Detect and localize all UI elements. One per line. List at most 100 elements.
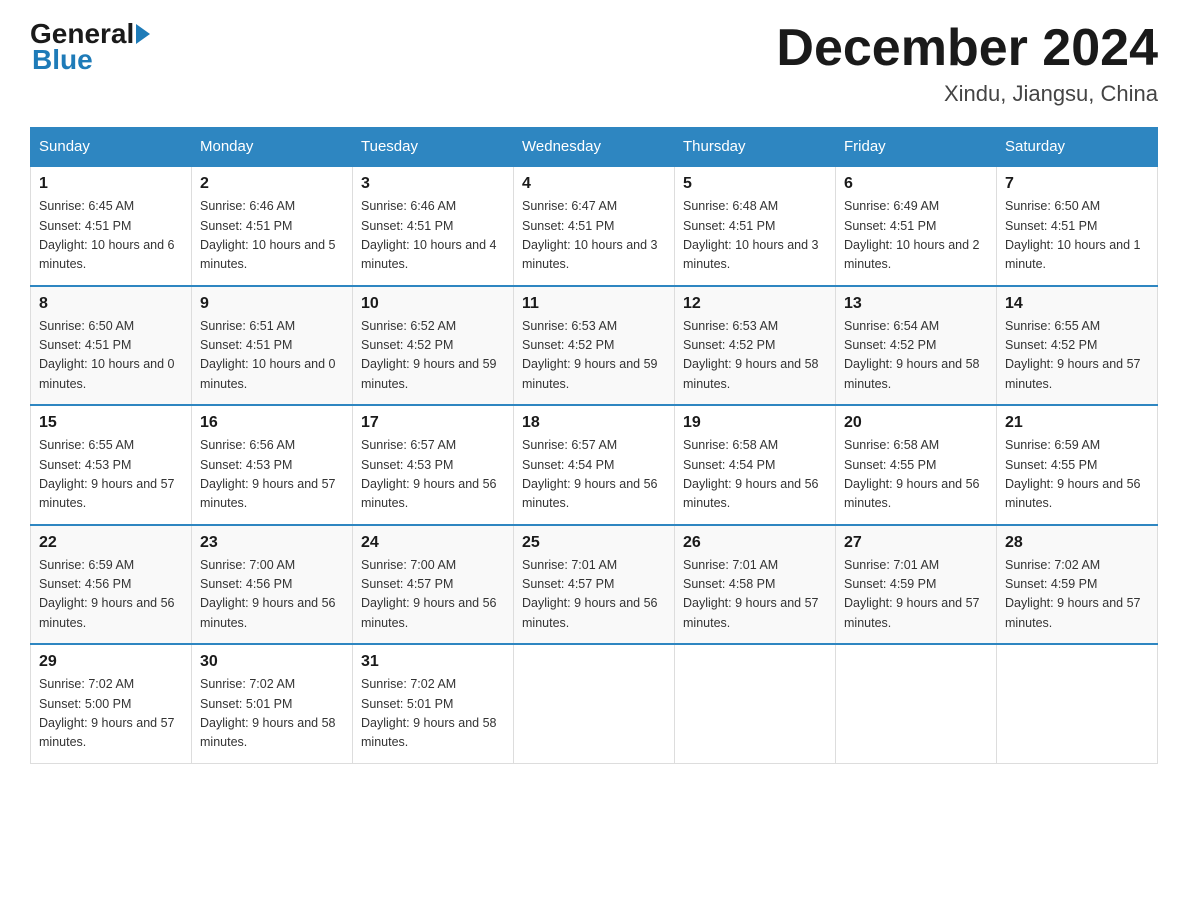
day-number: 16 bbox=[200, 414, 344, 432]
day-info: Sunrise: 7:00 AM Sunset: 4:56 PM Dayligh… bbox=[200, 556, 344, 634]
day-info: Sunrise: 7:01 AM Sunset: 4:58 PM Dayligh… bbox=[683, 556, 827, 634]
day-info: Sunrise: 6:52 AM Sunset: 4:52 PM Dayligh… bbox=[361, 317, 505, 395]
day-info: Sunrise: 7:02 AM Sunset: 5:00 PM Dayligh… bbox=[39, 675, 183, 753]
header-tuesday: Tuesday bbox=[353, 128, 514, 167]
day-info: Sunrise: 6:50 AM Sunset: 4:51 PM Dayligh… bbox=[1005, 197, 1149, 275]
calendar-table: Sunday Monday Tuesday Wednesday Thursday… bbox=[30, 127, 1158, 764]
day-info: Sunrise: 7:02 AM Sunset: 5:01 PM Dayligh… bbox=[200, 675, 344, 753]
calendar-cell: 28 Sunrise: 7:02 AM Sunset: 4:59 PM Dayl… bbox=[997, 525, 1158, 645]
calendar-cell: 2 Sunrise: 6:46 AM Sunset: 4:51 PM Dayli… bbox=[192, 166, 353, 286]
header-saturday: Saturday bbox=[997, 128, 1158, 167]
calendar-cell: 1 Sunrise: 6:45 AM Sunset: 4:51 PM Dayli… bbox=[31, 166, 192, 286]
day-info: Sunrise: 6:45 AM Sunset: 4:51 PM Dayligh… bbox=[39, 197, 183, 275]
calendar-cell: 21 Sunrise: 6:59 AM Sunset: 4:55 PM Dayl… bbox=[997, 405, 1158, 525]
calendar-cell: 6 Sunrise: 6:49 AM Sunset: 4:51 PM Dayli… bbox=[836, 166, 997, 286]
calendar-cell: 8 Sunrise: 6:50 AM Sunset: 4:51 PM Dayli… bbox=[31, 286, 192, 406]
day-number: 1 bbox=[39, 175, 183, 193]
week-row-1: 1 Sunrise: 6:45 AM Sunset: 4:51 PM Dayli… bbox=[31, 166, 1158, 286]
header-friday: Friday bbox=[836, 128, 997, 167]
day-info: Sunrise: 6:53 AM Sunset: 4:52 PM Dayligh… bbox=[522, 317, 666, 395]
location-title: Xindu, Jiangsu, China bbox=[776, 81, 1158, 107]
day-info: Sunrise: 6:48 AM Sunset: 4:51 PM Dayligh… bbox=[683, 197, 827, 275]
day-info: Sunrise: 7:02 AM Sunset: 4:59 PM Dayligh… bbox=[1005, 556, 1149, 634]
calendar-cell: 22 Sunrise: 6:59 AM Sunset: 4:56 PM Dayl… bbox=[31, 525, 192, 645]
day-info: Sunrise: 6:51 AM Sunset: 4:51 PM Dayligh… bbox=[200, 317, 344, 395]
day-info: Sunrise: 6:54 AM Sunset: 4:52 PM Dayligh… bbox=[844, 317, 988, 395]
day-info: Sunrise: 6:49 AM Sunset: 4:51 PM Dayligh… bbox=[844, 197, 988, 275]
day-info: Sunrise: 6:46 AM Sunset: 4:51 PM Dayligh… bbox=[361, 197, 505, 275]
calendar-cell: 14 Sunrise: 6:55 AM Sunset: 4:52 PM Dayl… bbox=[997, 286, 1158, 406]
calendar-cell: 13 Sunrise: 6:54 AM Sunset: 4:52 PM Dayl… bbox=[836, 286, 997, 406]
day-number: 14 bbox=[1005, 295, 1149, 313]
day-info: Sunrise: 7:02 AM Sunset: 5:01 PM Dayligh… bbox=[361, 675, 505, 753]
day-number: 6 bbox=[844, 175, 988, 193]
day-info: Sunrise: 6:55 AM Sunset: 4:53 PM Dayligh… bbox=[39, 436, 183, 514]
day-number: 22 bbox=[39, 534, 183, 552]
day-info: Sunrise: 6:58 AM Sunset: 4:54 PM Dayligh… bbox=[683, 436, 827, 514]
header-thursday: Thursday bbox=[675, 128, 836, 167]
calendar-cell bbox=[675, 644, 836, 763]
day-info: Sunrise: 6:55 AM Sunset: 4:52 PM Dayligh… bbox=[1005, 317, 1149, 395]
calendar-cell: 31 Sunrise: 7:02 AM Sunset: 5:01 PM Dayl… bbox=[353, 644, 514, 763]
calendar-cell: 25 Sunrise: 7:01 AM Sunset: 4:57 PM Dayl… bbox=[514, 525, 675, 645]
title-area: December 2024 Xindu, Jiangsu, China bbox=[776, 20, 1158, 107]
page-header: General Blue December 2024 Xindu, Jiangs… bbox=[30, 20, 1158, 107]
day-number: 5 bbox=[683, 175, 827, 193]
day-info: Sunrise: 6:46 AM Sunset: 4:51 PM Dayligh… bbox=[200, 197, 344, 275]
calendar-header: Sunday Monday Tuesday Wednesday Thursday… bbox=[31, 128, 1158, 167]
logo-triangle-icon bbox=[136, 24, 150, 44]
calendar-cell: 27 Sunrise: 7:01 AM Sunset: 4:59 PM Dayl… bbox=[836, 525, 997, 645]
day-number: 9 bbox=[200, 295, 344, 313]
calendar-cell bbox=[836, 644, 997, 763]
day-number: 3 bbox=[361, 175, 505, 193]
calendar-cell: 15 Sunrise: 6:55 AM Sunset: 4:53 PM Dayl… bbox=[31, 405, 192, 525]
header-sunday: Sunday bbox=[31, 128, 192, 167]
logo-blue-text: Blue bbox=[32, 44, 93, 75]
day-number: 31 bbox=[361, 653, 505, 671]
day-info: Sunrise: 6:47 AM Sunset: 4:51 PM Dayligh… bbox=[522, 197, 666, 275]
day-number: 12 bbox=[683, 295, 827, 313]
day-number: 21 bbox=[1005, 414, 1149, 432]
day-info: Sunrise: 6:58 AM Sunset: 4:55 PM Dayligh… bbox=[844, 436, 988, 514]
calendar-cell: 7 Sunrise: 6:50 AM Sunset: 4:51 PM Dayli… bbox=[997, 166, 1158, 286]
month-title: December 2024 bbox=[776, 20, 1158, 77]
calendar-cell: 12 Sunrise: 6:53 AM Sunset: 4:52 PM Dayl… bbox=[675, 286, 836, 406]
calendar-cell: 23 Sunrise: 7:00 AM Sunset: 4:56 PM Dayl… bbox=[192, 525, 353, 645]
calendar-cell: 29 Sunrise: 7:02 AM Sunset: 5:00 PM Dayl… bbox=[31, 644, 192, 763]
day-info: Sunrise: 6:56 AM Sunset: 4:53 PM Dayligh… bbox=[200, 436, 344, 514]
logo: General Blue bbox=[30, 20, 152, 76]
day-info: Sunrise: 6:57 AM Sunset: 4:54 PM Dayligh… bbox=[522, 436, 666, 514]
calendar-cell bbox=[997, 644, 1158, 763]
header-row: Sunday Monday Tuesday Wednesday Thursday… bbox=[31, 128, 1158, 167]
day-number: 25 bbox=[522, 534, 666, 552]
day-info: Sunrise: 6:59 AM Sunset: 4:55 PM Dayligh… bbox=[1005, 436, 1149, 514]
header-monday: Monday bbox=[192, 128, 353, 167]
calendar-cell: 30 Sunrise: 7:02 AM Sunset: 5:01 PM Dayl… bbox=[192, 644, 353, 763]
day-number: 8 bbox=[39, 295, 183, 313]
calendar-cell: 3 Sunrise: 6:46 AM Sunset: 4:51 PM Dayli… bbox=[353, 166, 514, 286]
calendar-cell: 5 Sunrise: 6:48 AM Sunset: 4:51 PM Dayli… bbox=[675, 166, 836, 286]
day-number: 15 bbox=[39, 414, 183, 432]
day-info: Sunrise: 6:59 AM Sunset: 4:56 PM Dayligh… bbox=[39, 556, 183, 634]
calendar-cell: 26 Sunrise: 7:01 AM Sunset: 4:58 PM Dayl… bbox=[675, 525, 836, 645]
day-number: 4 bbox=[522, 175, 666, 193]
day-info: Sunrise: 6:53 AM Sunset: 4:52 PM Dayligh… bbox=[683, 317, 827, 395]
week-row-5: 29 Sunrise: 7:02 AM Sunset: 5:00 PM Dayl… bbox=[31, 644, 1158, 763]
calendar-cell: 10 Sunrise: 6:52 AM Sunset: 4:52 PM Dayl… bbox=[353, 286, 514, 406]
calendar-cell: 11 Sunrise: 6:53 AM Sunset: 4:52 PM Dayl… bbox=[514, 286, 675, 406]
calendar-body: 1 Sunrise: 6:45 AM Sunset: 4:51 PM Dayli… bbox=[31, 166, 1158, 763]
day-number: 10 bbox=[361, 295, 505, 313]
week-row-4: 22 Sunrise: 6:59 AM Sunset: 4:56 PM Dayl… bbox=[31, 525, 1158, 645]
day-number: 28 bbox=[1005, 534, 1149, 552]
day-number: 13 bbox=[844, 295, 988, 313]
day-number: 27 bbox=[844, 534, 988, 552]
calendar-cell bbox=[514, 644, 675, 763]
calendar-cell: 20 Sunrise: 6:58 AM Sunset: 4:55 PM Dayl… bbox=[836, 405, 997, 525]
calendar-cell: 19 Sunrise: 6:58 AM Sunset: 4:54 PM Dayl… bbox=[675, 405, 836, 525]
day-info: Sunrise: 7:00 AM Sunset: 4:57 PM Dayligh… bbox=[361, 556, 505, 634]
day-info: Sunrise: 7:01 AM Sunset: 4:57 PM Dayligh… bbox=[522, 556, 666, 634]
day-number: 29 bbox=[39, 653, 183, 671]
day-info: Sunrise: 7:01 AM Sunset: 4:59 PM Dayligh… bbox=[844, 556, 988, 634]
day-number: 30 bbox=[200, 653, 344, 671]
calendar-cell: 18 Sunrise: 6:57 AM Sunset: 4:54 PM Dayl… bbox=[514, 405, 675, 525]
